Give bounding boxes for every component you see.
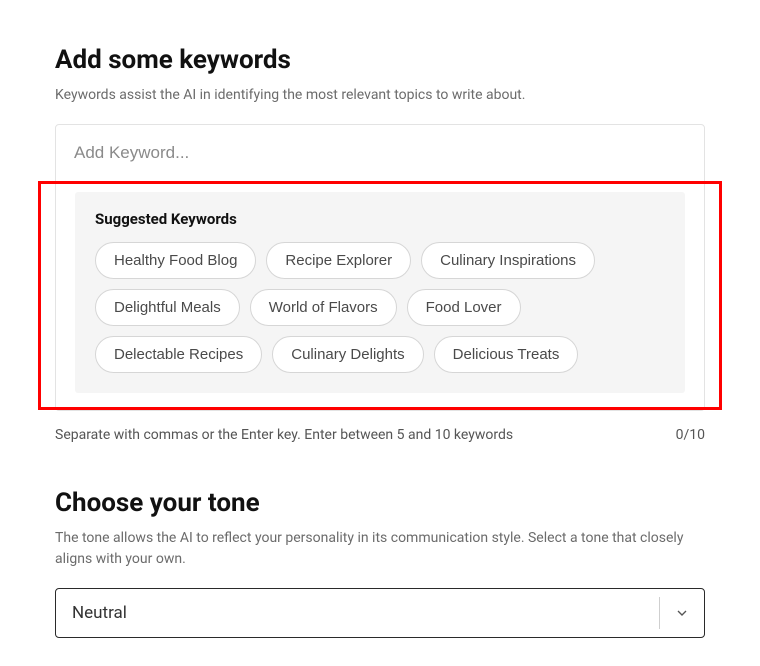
- tone-subtitle: The tone allows the AI to reflect your p…: [55, 528, 705, 570]
- suggested-keywords-box: Suggested Keywords Healthy Food Blog Rec…: [75, 192, 685, 393]
- suggested-keyword-chip[interactable]: Healthy Food Blog: [95, 242, 256, 279]
- suggested-keyword-chip[interactable]: Food Lover: [407, 289, 521, 326]
- keywords-hint-row: Separate with commas or the Enter key. E…: [55, 427, 705, 443]
- suggested-keywords-title: Suggested Keywords: [95, 210, 665, 228]
- keywords-section: Add some keywords Keywords assist the AI…: [55, 45, 705, 443]
- suggested-keyword-chip[interactable]: World of Flavors: [250, 289, 397, 326]
- keyword-input[interactable]: [56, 125, 704, 181]
- chevron-down-icon[interactable]: [660, 589, 704, 637]
- suggested-keyword-chip[interactable]: Delicious Treats: [434, 336, 579, 373]
- keywords-subtitle: Keywords assist the AI in identifying th…: [55, 85, 705, 106]
- tone-selected-value: Neutral: [56, 589, 659, 637]
- suggested-keyword-chip[interactable]: Delightful Meals: [95, 289, 240, 326]
- tone-select[interactable]: Neutral: [55, 588, 705, 638]
- suggested-keyword-chip[interactable]: Delectable Recipes: [95, 336, 262, 373]
- tone-title: Choose your tone: [55, 488, 705, 518]
- keywords-hint-text: Separate with commas or the Enter key. E…: [55, 427, 513, 443]
- keyword-panel: Suggested Keywords Healthy Food Blog Rec…: [55, 124, 705, 411]
- highlight-annotation: Suggested Keywords Healthy Food Blog Rec…: [38, 181, 722, 410]
- suggested-keywords-list: Healthy Food Blog Recipe Explorer Culina…: [95, 242, 665, 373]
- tone-section: Choose your tone The tone allows the AI …: [55, 488, 705, 638]
- keywords-counter: 0/10: [676, 427, 705, 443]
- suggested-keyword-chip[interactable]: Recipe Explorer: [266, 242, 411, 279]
- suggested-keyword-chip[interactable]: Culinary Delights: [272, 336, 423, 373]
- suggested-keyword-chip[interactable]: Culinary Inspirations: [421, 242, 595, 279]
- keywords-title: Add some keywords: [55, 45, 705, 75]
